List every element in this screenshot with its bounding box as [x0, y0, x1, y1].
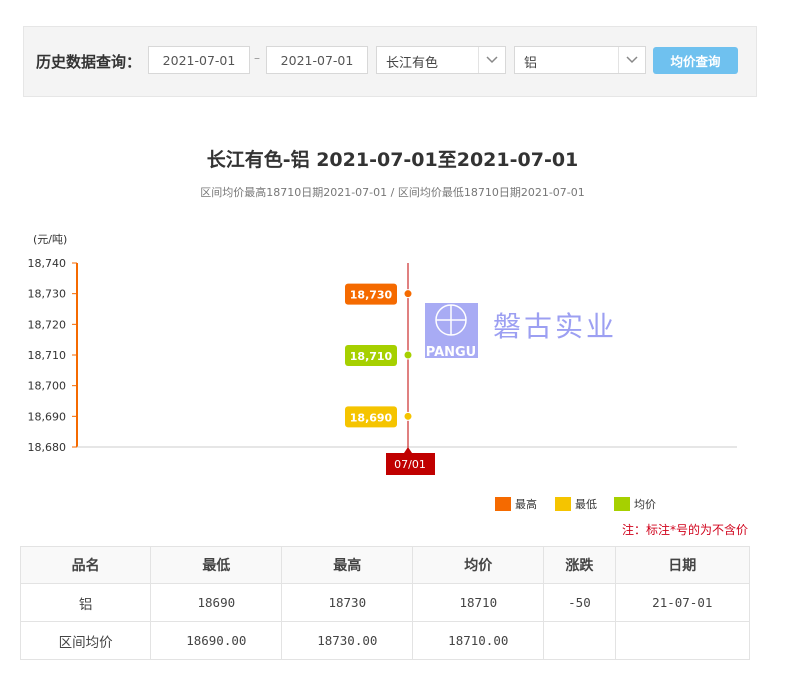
table-cell: 18710.00 — [412, 621, 545, 660]
table-cell: 21-07-01 — [614, 583, 751, 622]
pangu-watermark: PANGU 磐古实业 — [425, 303, 617, 360]
y-tick-label: 18,710 — [28, 349, 67, 362]
chart-subtitle: 区间均价最高18710日期2021-07-01 / 区间均价最低18710日期2… — [200, 186, 585, 199]
watermark-text: 磐古实业 — [493, 310, 617, 343]
y-axis-unit-label: (元/吨) — [33, 233, 67, 246]
table-cell: 18690 — [150, 583, 283, 622]
table-cell: 18690.00 — [150, 621, 283, 660]
pangu-logo-text: PANGU — [426, 345, 477, 360]
table-cell: 18710 — [412, 583, 545, 622]
table-cell: 18730 — [281, 583, 414, 622]
legend-label[interactable]: 最低 — [575, 498, 597, 511]
data-point[interactable] — [403, 350, 413, 360]
table-cell: 铝 — [19, 583, 152, 622]
metal-select-value: 铝 — [524, 56, 538, 71]
x-tick-label: 07/01 — [394, 458, 426, 471]
y-tick-label: 18,700 — [28, 380, 67, 393]
x-label-pointer — [404, 447, 412, 453]
date-separator: – — [254, 51, 260, 65]
market-select[interactable]: 长江有色 — [376, 46, 506, 74]
table-row: 铝 18690 18730 18710 -50 21-07-01 — [19, 583, 751, 622]
table-header: 最低 — [150, 546, 283, 584]
table-header: 涨跌 — [543, 546, 616, 584]
table-header: 均价 — [412, 546, 545, 584]
query-label: 历史数据查询： — [36, 53, 142, 71]
table-cell: -50 — [543, 583, 616, 622]
table-cell — [614, 621, 751, 660]
start-date-input[interactable] — [148, 46, 250, 74]
legend-swatch[interactable] — [555, 497, 571, 511]
data-point[interactable] — [403, 411, 413, 421]
table-header: 最高 — [281, 546, 414, 584]
table-cell: 18730.00 — [281, 621, 414, 660]
y-tick-label: 18,690 — [28, 410, 67, 423]
price-table: 品名 最低 最高 均价 涨跌 日期 铝 18690 18730 18710 -50 21-07-01… — [19, 546, 751, 660]
data-label: 18,710 — [350, 350, 393, 363]
legend-label[interactable]: 最高 — [515, 497, 537, 511]
data-label: 18,730 — [350, 289, 393, 302]
y-tick-label: 18,740 — [28, 257, 67, 270]
table-row: 区间均价 18690.00 18730.00 18710.00 — [19, 621, 751, 660]
data-label: 18,690 — [350, 411, 393, 424]
chart-title: 长江有色-铝 2021-07-01至2021-07-01 — [206, 149, 579, 171]
table-cell: 区间均价 — [19, 621, 152, 660]
average-price-query-button[interactable]: 均价查询 — [653, 47, 738, 74]
legend-swatch[interactable] — [614, 497, 630, 511]
market-select-value: 长江有色 — [386, 56, 439, 71]
y-tick-label: 18,680 — [28, 441, 67, 454]
y-tick-label: 18,720 — [28, 318, 67, 331]
table-header: 日期 — [614, 546, 751, 584]
table-cell — [543, 621, 616, 660]
data-point[interactable] — [403, 289, 413, 299]
end-date-input[interactable] — [266, 46, 368, 74]
legend-swatch[interactable] — [495, 497, 511, 511]
query-bar: 历史数据查询： – 长江有色 铝 均价查询 — [23, 26, 757, 97]
legend-label[interactable]: 均价 — [634, 498, 656, 511]
price-chart: (元/吨) 18,740 18,730 18,720 18,710 18,700 18,69… — [28, 233, 737, 511]
metal-select[interactable]: 铝 — [514, 46, 646, 74]
table-header: 品名 — [19, 546, 152, 584]
chevron-down-icon[interactable] — [618, 47, 645, 73]
price-note: 注：标注*号的为不含价 — [621, 523, 748, 537]
y-tick-label: 18,730 — [28, 288, 67, 301]
chevron-down-icon[interactable] — [478, 47, 505, 73]
